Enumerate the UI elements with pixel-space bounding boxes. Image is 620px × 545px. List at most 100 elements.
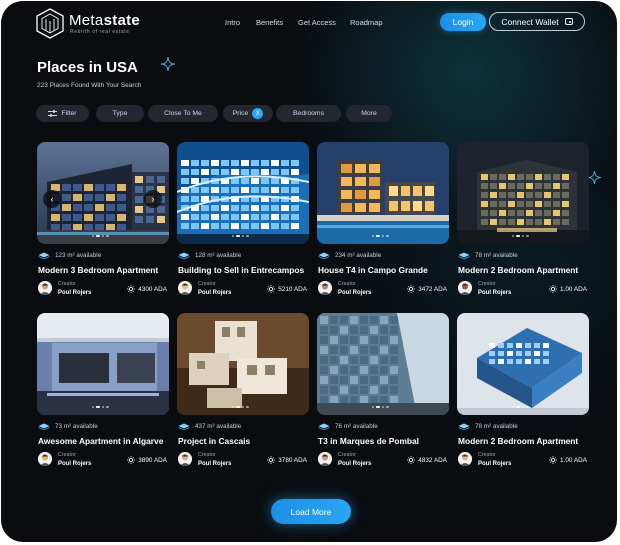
property-image[interactable]: [37, 313, 169, 415]
carousel-dots[interactable]: [232, 235, 249, 238]
property-card[interactable]: 76 m² available T3 in Marques de Pombal …: [317, 313, 449, 473]
chip-label: Close To Me: [164, 110, 202, 117]
property-price: 1.00 ADA: [549, 285, 587, 293]
ada-coin-icon: [267, 456, 276, 464]
creator-avatar: [458, 452, 472, 466]
property-card[interactable]: ‹ › 123 m² available Modern 3 Bedroom Apa…: [37, 142, 169, 302]
ada-coin-icon: [127, 456, 136, 464]
carousel-dots[interactable]: [512, 235, 529, 238]
layers-icon: [458, 423, 470, 430]
creator-name[interactable]: Poul Rojers: [478, 461, 511, 467]
brand-name[interactable]: Metastate: [69, 13, 140, 29]
chip-label: Price: [232, 110, 249, 117]
brand-name-bold: state: [103, 12, 141, 29]
creator-avatar: [178, 281, 192, 295]
carousel-dots[interactable]: [512, 406, 529, 409]
connect-wallet-label: Connect Wallet: [501, 16, 559, 27]
area-available: 128 m² available: [178, 252, 241, 259]
type-filter-chip[interactable]: Type: [96, 105, 144, 122]
nav-benefits[interactable]: Benefits: [256, 18, 283, 27]
brand-name-light: Meta: [69, 12, 104, 29]
layers-icon: [458, 252, 470, 259]
property-image[interactable]: [457, 142, 589, 244]
chip-label: More: [361, 110, 377, 117]
area-available: 123 m² available: [38, 252, 101, 259]
property-title[interactable]: Modern 2 Bedroom Apartment: [458, 265, 578, 275]
property-image[interactable]: [317, 142, 449, 244]
property-card[interactable]: 73 m² available Awesome Apartment in Alg…: [37, 313, 169, 473]
area-text: 76 m² available: [335, 423, 378, 430]
nav-intro[interactable]: Intro: [225, 18, 240, 27]
carousel-dots[interactable]: [372, 406, 389, 409]
creator-name[interactable]: Poul Rojers: [58, 461, 91, 467]
property-image[interactable]: [177, 313, 309, 415]
area-text: 78 m² available: [475, 252, 518, 259]
price-value: 1.00 ADA: [559, 285, 587, 293]
property-image[interactable]: [177, 142, 309, 244]
creator-name[interactable]: Poul Rojers: [478, 290, 511, 296]
area-available: 234 m² available: [318, 252, 381, 259]
property-title[interactable]: T3 in Marques de Pombal: [318, 436, 419, 446]
creator-name[interactable]: Poul Rojers: [338, 290, 371, 296]
creator-avatar: [318, 452, 332, 466]
property-title[interactable]: Project in Cascais: [178, 436, 250, 446]
nav-get-access[interactable]: Get Access: [298, 18, 336, 27]
property-title[interactable]: Modern 2 Bedroom Apartment: [458, 436, 578, 446]
ada-coin-icon: [127, 285, 136, 293]
property-price: 5210 ADA: [267, 285, 307, 293]
filter-label: Filter: [61, 110, 77, 117]
property-image[interactable]: [457, 313, 589, 415]
property-title[interactable]: House T4 in Campo Grande: [318, 265, 428, 275]
property-image[interactable]: [317, 313, 449, 415]
area-text: 78 m² available: [475, 423, 518, 430]
creator-name[interactable]: Poul Rojers: [198, 461, 231, 467]
previous-image-icon[interactable]: ‹: [43, 190, 61, 208]
property-price: 3472 ADA: [407, 285, 447, 293]
creator-name[interactable]: Poul Rojers: [338, 461, 371, 467]
area-text: 128 m² available: [195, 252, 242, 259]
layers-icon: [38, 252, 50, 259]
price-filter-chip[interactable]: Price X: [223, 105, 273, 122]
property-card[interactable]: 437 m² available Project in Cascais Crea…: [177, 313, 309, 473]
nav-roadmap[interactable]: Roadmap: [350, 18, 383, 27]
brand-tagline: Rebirth of real estate: [70, 29, 130, 35]
creator-name[interactable]: Poul Rojers: [58, 290, 91, 296]
app-frame: Metastate Rebirth of real estate Intro B…: [1, 1, 617, 542]
property-title[interactable]: Building to Sell in Entrecampos: [178, 265, 304, 275]
property-card[interactable]: 78 m² available Modern 2 Bedroom Apartme…: [457, 142, 589, 302]
clear-price-filter-icon[interactable]: X: [252, 108, 264, 119]
property-title[interactable]: Awesome Apartment in Algarve: [38, 436, 163, 446]
creator-avatar: [318, 281, 332, 295]
connect-wallet-button[interactable]: Connect Wallet: [489, 12, 585, 31]
carousel-dots[interactable]: [92, 235, 109, 238]
more-filters-chip[interactable]: More: [346, 105, 392, 122]
carousel-dots[interactable]: [232, 406, 249, 409]
property-card[interactable]: 78 m² available Modern 2 Bedroom Apartme…: [457, 313, 589, 473]
layers-icon: [178, 423, 190, 430]
price-value: 3780 ADA: [278, 456, 307, 464]
property-title[interactable]: Modern 3 Bedroom Apartment: [38, 265, 158, 275]
carousel-dots[interactable]: [372, 235, 389, 238]
filter-button[interactable]: Filter: [36, 105, 89, 122]
property-price: 4300 ADA: [127, 285, 167, 293]
login-button[interactable]: Login: [440, 13, 486, 31]
creator-name[interactable]: Poul Rojers: [198, 290, 231, 296]
property-card[interactable]: 234 m² available House T4 in Campo Grand…: [317, 142, 449, 302]
creator-label: Creator: [58, 281, 76, 287]
wallet-icon: [564, 18, 573, 25]
close-to-me-filter-chip[interactable]: Close To Me: [148, 105, 218, 122]
creator-label: Creator: [198, 281, 216, 287]
area-text: 234 m² available: [335, 252, 382, 259]
chip-label: Type: [112, 110, 128, 117]
layers-icon: [318, 252, 330, 259]
load-more-button[interactable]: Load More: [271, 499, 351, 524]
bedrooms-filter-chip[interactable]: Bedrooms: [276, 105, 341, 122]
price-value: 5210 ADA: [278, 285, 307, 293]
next-image-icon[interactable]: ›: [144, 190, 162, 208]
sliders-icon: [48, 110, 58, 117]
property-image[interactable]: ‹ ›: [37, 142, 169, 244]
carousel-dots[interactable]: [92, 406, 109, 409]
price-value: 1.00 ADA: [559, 456, 587, 464]
property-card[interactable]: 128 m² available Building to Sell in Ent…: [177, 142, 309, 302]
layers-icon: [318, 423, 330, 430]
